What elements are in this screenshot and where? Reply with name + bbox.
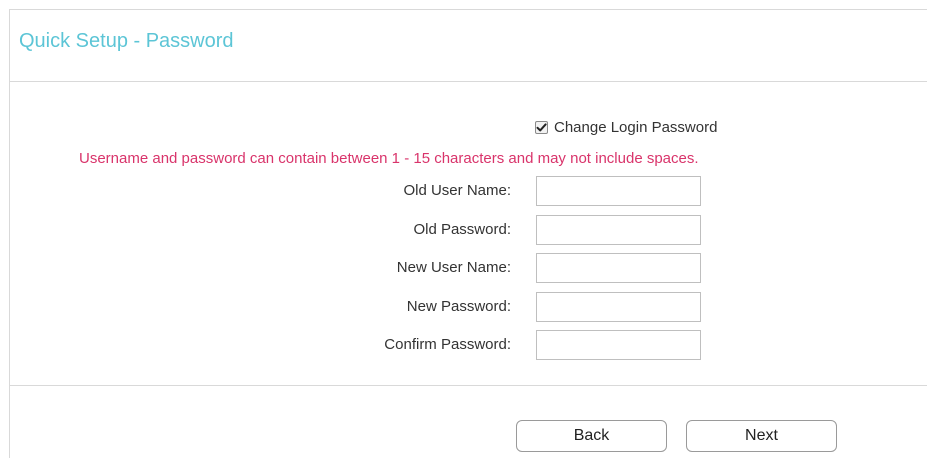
page-title: Quick Setup - Password <box>19 30 234 52</box>
new-user-name-input[interactable] <box>536 253 701 283</box>
change-login-password-checkbox-row[interactable]: Change Login Password <box>535 119 717 136</box>
old-user-name-input[interactable] <box>536 176 701 206</box>
form-row-confirm-password: Confirm Password: <box>10 330 927 360</box>
old-user-name-label: Old User Name: <box>403 182 511 199</box>
old-password-label: Old Password: <box>413 221 511 238</box>
back-button[interactable]: Back <box>516 420 667 452</box>
quick-setup-panel: Quick Setup - Password Change Login Pass… <box>9 9 927 458</box>
checkmark-icon <box>536 123 547 132</box>
change-login-password-label: Change Login Password <box>554 119 718 136</box>
new-password-label: New Password: <box>406 298 511 315</box>
confirm-password-input[interactable] <box>536 330 701 360</box>
new-password-input[interactable] <box>536 292 701 322</box>
header-divider <box>10 81 927 82</box>
form-row-new-password: New Password: <box>10 292 927 322</box>
new-user-name-label: New User Name: <box>396 259 511 276</box>
form-row-old-password: Old Password: <box>10 215 927 245</box>
footer-divider <box>10 385 927 386</box>
old-password-input[interactable] <box>536 215 701 245</box>
change-login-password-checkbox[interactable] <box>535 121 548 134</box>
confirm-password-label: Confirm Password: <box>384 336 511 353</box>
next-button[interactable]: Next <box>686 420 837 452</box>
form-row-new-user-name: New User Name: <box>10 253 927 283</box>
form-row-old-user-name: Old User Name: <box>10 176 927 206</box>
password-rules-notice: Username and password can contain betwee… <box>79 150 699 167</box>
